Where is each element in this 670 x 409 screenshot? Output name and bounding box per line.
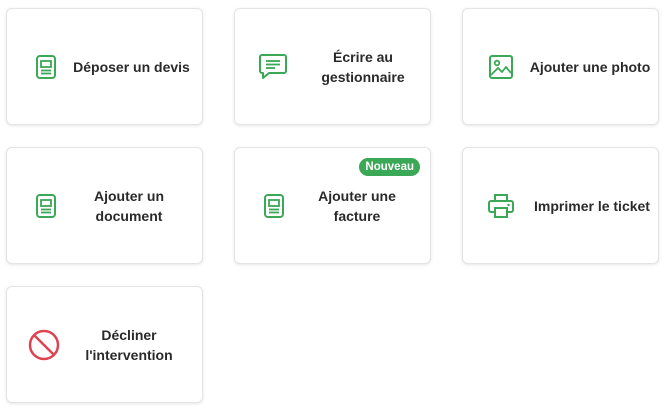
action-label-line1: Déposer un devis	[73, 58, 190, 75]
new-badge: Nouveau	[359, 158, 420, 176]
action-card-ajouter-photo[interactable]: Ajouter une photo	[462, 8, 659, 125]
document-icon	[35, 54, 57, 80]
action-label-line2: facture	[333, 207, 381, 224]
action-card-deposer-devis[interactable]: Déposer un devis	[6, 8, 203, 125]
action-grid: Déposer un devis Écrire au gestionnaire	[0, 0, 670, 409]
action-card-ajouter-facture[interactable]: Nouveau Ajouter une facture	[234, 147, 431, 264]
action-card-decliner-intervention[interactable]: Décliner l'intervention	[6, 286, 203, 403]
action-card-imprimer-ticket[interactable]: Imprimer le ticket	[462, 147, 659, 264]
printer-icon	[487, 193, 515, 219]
action-label-line1: Décliner	[101, 326, 157, 343]
action-label-line1: Ajouter un	[94, 187, 164, 204]
action-label-line1: Imprimer le ticket	[534, 197, 650, 214]
action-label-line2: gestionnaire	[321, 68, 405, 85]
message-icon	[258, 53, 288, 81]
document-icon	[263, 193, 285, 219]
document-icon	[35, 193, 57, 219]
action-card-ajouter-document[interactable]: Ajouter un document	[6, 147, 203, 264]
action-label-line2: document	[95, 207, 163, 224]
prohibited-icon	[28, 329, 60, 361]
action-label-line1: Écrire au	[333, 48, 393, 65]
action-label-line1: Ajouter une photo	[529, 58, 651, 75]
action-label-line2: l'intervention	[85, 346, 173, 363]
action-label-line1: Ajouter une	[318, 187, 396, 204]
image-icon	[488, 54, 514, 80]
action-card-ecrire-gestionnaire[interactable]: Écrire au gestionnaire	[234, 8, 431, 125]
